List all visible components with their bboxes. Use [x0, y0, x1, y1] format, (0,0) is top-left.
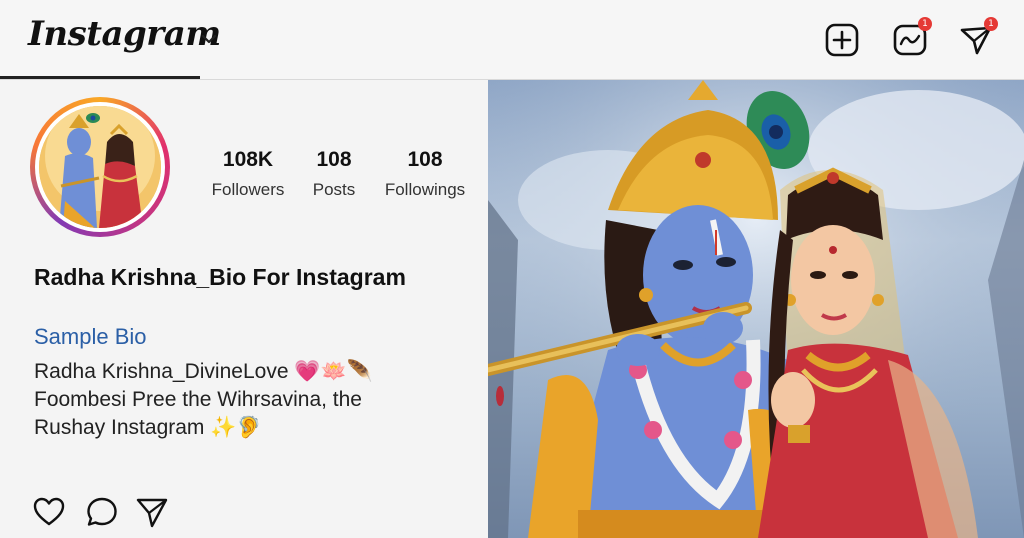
activity-badge: 1 — [918, 17, 932, 31]
followings-label: Followings — [384, 180, 466, 199]
post-image[interactable] — [488, 80, 1024, 538]
radha-krishna-illustration — [488, 80, 1024, 538]
avatar-image — [39, 106, 161, 228]
chevron-down-icon[interactable] — [198, 28, 220, 50]
bio-line-2: Foombesi Pree the Wihrsavina, the — [34, 388, 362, 411]
bio-line-1: Radha Krishna_DivineLove 💗🪷🪶 — [34, 360, 373, 383]
radha-krishna-avatar-illustration — [39, 106, 161, 228]
share-icon[interactable] — [135, 495, 169, 529]
plus-square-icon[interactable] — [824, 22, 860, 58]
bio-line-3: Rushay Instagram ✨🦻 — [34, 416, 263, 439]
avatar[interactable] — [30, 97, 170, 237]
direct-badge: 1 — [984, 17, 998, 31]
profile-name: Radha Krishna_Bio For Instagram — [34, 264, 406, 290]
bio-title[interactable]: Sample Bio — [34, 324, 147, 350]
instagram-logo[interactable]: Instagram — [28, 14, 221, 54]
followings-count: 108 — [407, 148, 443, 171]
stat-followings[interactable]: 108 Followings — [370, 148, 480, 200]
comment-icon[interactable] — [85, 495, 119, 529]
top-bar: Instagram 1 1 — [0, 0, 1024, 80]
heart-icon[interactable] — [32, 495, 66, 529]
avatar-border — [35, 102, 165, 232]
